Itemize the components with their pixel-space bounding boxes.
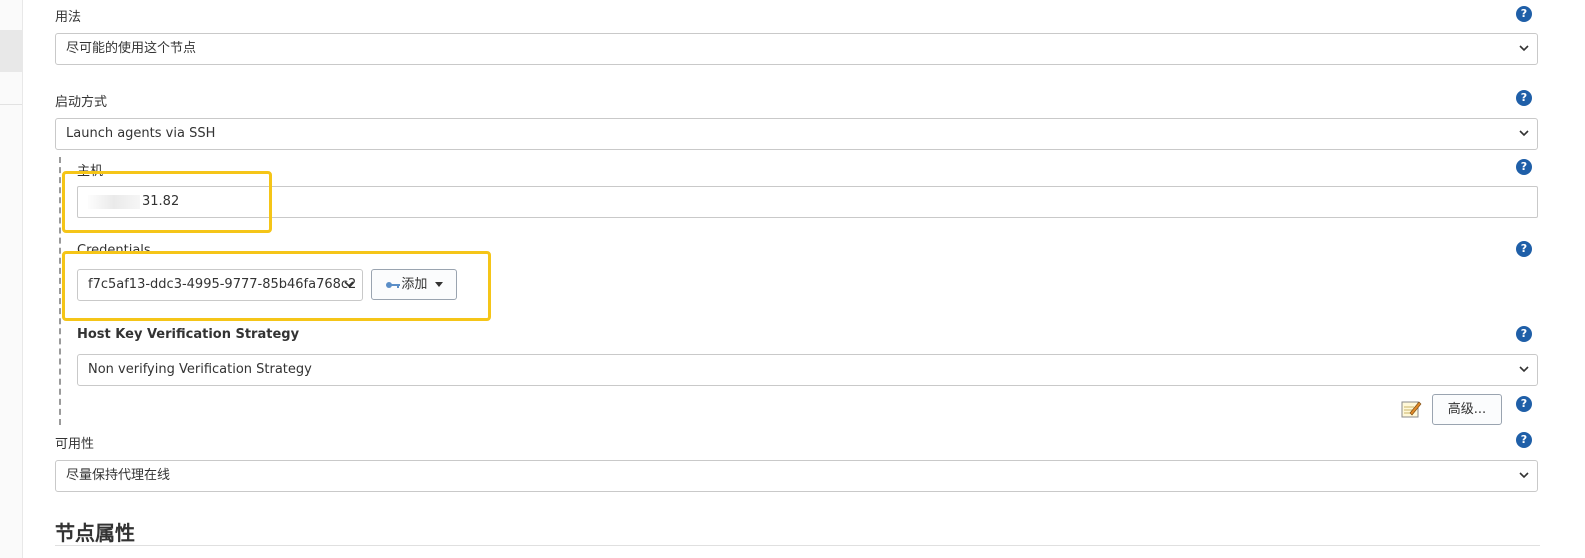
left-sidebar-divider — [0, 104, 22, 105]
launch-method-label: 启动方式 — [55, 95, 108, 110]
advanced-button[interactable]: 高级... — [1432, 394, 1502, 425]
highlight-box-credentials — [62, 251, 491, 321]
credentials-help-icon[interactable]: ? — [1516, 241, 1532, 257]
host-key-strategy-select[interactable]: Non verifying Verification Strategy — [77, 354, 1538, 386]
chevron-down-icon — [1519, 366, 1529, 373]
availability-select[interactable]: 尽量保持代理在线 — [55, 460, 1538, 492]
usage-select[interactable]: 尽可能的使用这个节点 — [55, 33, 1538, 65]
launch-method-select-value: Launch agents via SSH — [66, 126, 216, 141]
usage-select-value: 尽可能的使用这个节点 — [66, 41, 197, 56]
host-key-strategy-select-value: Non verifying Verification Strategy — [88, 362, 312, 377]
node-properties-heading: 节点属性 — [55, 521, 135, 545]
usage-label: 用法 — [55, 10, 82, 25]
section-divider — [55, 545, 1540, 546]
host-key-strategy-help-icon[interactable]: ? — [1516, 326, 1532, 342]
advanced-help-icon[interactable]: ? — [1516, 396, 1532, 412]
left-sidebar-rail — [0, 0, 23, 558]
usage-help-icon[interactable]: ? — [1516, 6, 1532, 22]
availability-help-icon[interactable]: ? — [1516, 432, 1532, 448]
host-input[interactable]: 31.82 — [77, 186, 1538, 218]
host-help-icon[interactable]: ? — [1516, 159, 1532, 175]
left-sidebar-active-item[interactable] — [0, 30, 22, 72]
notepad-edit-icon[interactable] — [1400, 399, 1422, 419]
chevron-down-icon — [1519, 472, 1529, 479]
host-key-strategy-label: Host Key Verification Strategy — [77, 327, 300, 342]
highlight-box-host — [62, 171, 272, 233]
availability-select-value: 尽量保持代理在线 — [66, 468, 171, 483]
launch-method-select[interactable]: Launch agents via SSH — [55, 118, 1538, 150]
availability-label: 可用性 — [55, 437, 95, 452]
launch-method-help-icon[interactable]: ? — [1516, 90, 1532, 106]
chevron-down-icon — [1519, 130, 1529, 137]
nested-section-indicator — [59, 157, 61, 425]
chevron-down-icon — [1519, 45, 1529, 52]
